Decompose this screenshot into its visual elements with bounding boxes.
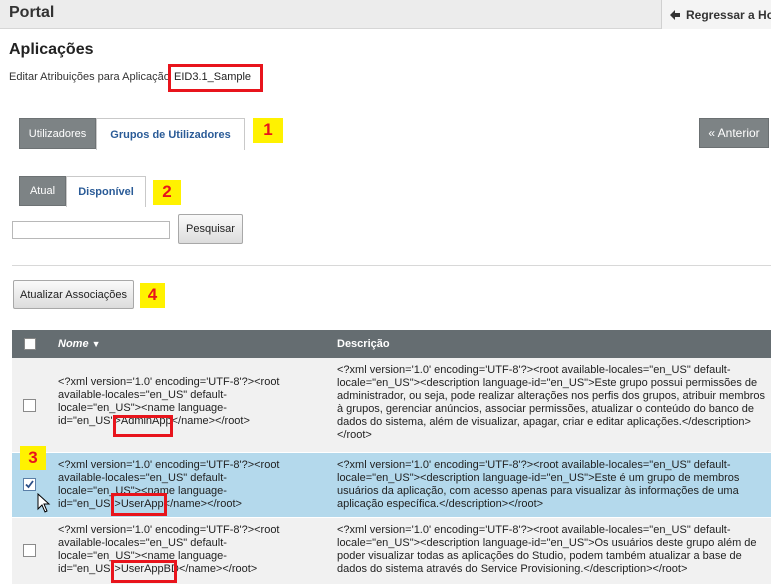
highlight-userapp bbox=[111, 493, 167, 516]
divider bbox=[12, 265, 771, 266]
annotation-badge-3: 3 bbox=[20, 446, 46, 470]
annotation-badge-4: 4 bbox=[140, 283, 165, 308]
highlight-adminapp bbox=[113, 415, 173, 437]
tab-users-label: Utilizadores bbox=[28, 127, 87, 140]
annotation-badge-1: 1 bbox=[253, 118, 283, 143]
row-checkbox-checked[interactable] bbox=[23, 478, 36, 491]
row-name-suffix: </name></root> bbox=[178, 563, 258, 575]
subtab-current-label: Atual bbox=[29, 185, 56, 197]
subtab-available-label: Disponível bbox=[78, 186, 134, 198]
search-input[interactable] bbox=[12, 221, 170, 239]
back-home-link[interactable]: Regressar a Ho bbox=[661, 0, 771, 29]
row-name: <?xml version='1.0' encoding='UTF-8'?><r… bbox=[58, 459, 288, 511]
tab-user-groups[interactable]: Grupos de Utilizadores bbox=[96, 118, 245, 150]
tab-users[interactable]: Utilizadores bbox=[19, 118, 96, 149]
column-header-name[interactable]: Nome ▼ bbox=[58, 338, 100, 350]
row-checkbox[interactable] bbox=[23, 544, 36, 557]
table-row: <?xml version='1.0' encoding='UTF-8'?><r… bbox=[12, 358, 771, 452]
update-associations-button[interactable]: Atualizar Associações bbox=[13, 280, 134, 309]
sort-desc-icon: ▼ bbox=[91, 339, 101, 349]
mouse-cursor-icon bbox=[37, 492, 51, 518]
checkmark-icon bbox=[25, 480, 34, 489]
edit-assignments-label: Editar Atribuições para Aplicação bbox=[9, 71, 170, 83]
tab-user-groups-label: Grupos de Utilizadores bbox=[110, 128, 231, 141]
top-bar bbox=[0, 0, 771, 29]
highlight-userappbd bbox=[111, 560, 177, 583]
table-header: Nome ▼ Descrição bbox=[12, 330, 771, 358]
page-title: Aplicações bbox=[9, 41, 94, 58]
search-button[interactable]: Pesquisar bbox=[178, 214, 243, 244]
back-home-label: Regressar a Ho bbox=[686, 7, 771, 22]
column-header-description: Descrição bbox=[337, 338, 390, 350]
select-all-checkbox[interactable] bbox=[24, 338, 36, 350]
highlight-app-name bbox=[168, 64, 263, 92]
row-name-suffix: </name></root> bbox=[163, 498, 242, 510]
row-name-suffix: </name></root> bbox=[171, 415, 250, 427]
row-checkbox[interactable] bbox=[23, 399, 36, 412]
row-description: <?xml version='1.0' encoding='UTF-8'?><r… bbox=[337, 524, 757, 575]
row-description: <?xml version='1.0' encoding='UTF-8'?><r… bbox=[337, 459, 740, 510]
back-arrow-icon bbox=[669, 9, 681, 21]
row-description: <?xml version='1.0' encoding='UTF-8'?><r… bbox=[337, 364, 765, 441]
column-header-name-label: Nome bbox=[58, 338, 89, 350]
previous-button[interactable]: « Anterior bbox=[699, 118, 769, 148]
portal-title: Portal bbox=[9, 4, 55, 21]
row-name: <?xml version='1.0' encoding='UTF-8'?><r… bbox=[58, 376, 288, 428]
subtab-current[interactable]: Atual bbox=[19, 176, 66, 206]
annotation-badge-2: 2 bbox=[153, 180, 181, 205]
subtab-available[interactable]: Disponível bbox=[66, 176, 146, 207]
